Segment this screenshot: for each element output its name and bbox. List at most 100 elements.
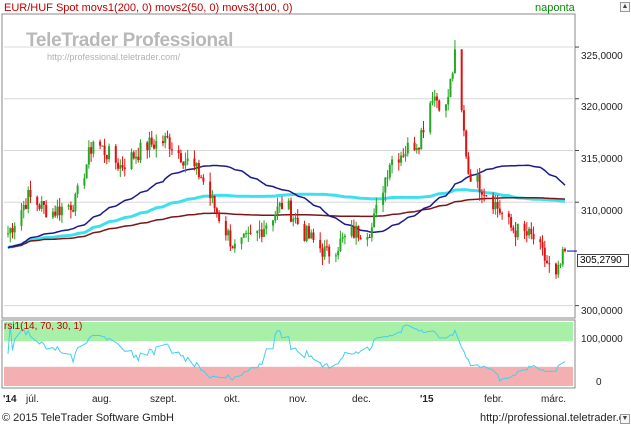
last-price-label: 305,2790 xyxy=(577,254,629,267)
candle-down xyxy=(525,231,528,236)
rsi-title: rsi1(14, 70, 30, 1) xyxy=(4,321,83,332)
arrow-up-icon: ▲ xyxy=(621,3,629,10)
candle-up xyxy=(310,232,313,239)
candle-up xyxy=(278,202,281,207)
candle-down xyxy=(546,260,549,264)
candle-up xyxy=(294,217,297,219)
candle-down xyxy=(114,146,117,163)
candle-down xyxy=(548,263,551,265)
candle-up xyxy=(476,174,479,182)
candle-up xyxy=(323,246,326,257)
candle-up xyxy=(186,158,189,162)
candle-down xyxy=(352,226,355,238)
candle-down xyxy=(321,248,324,257)
candle-up xyxy=(350,226,353,236)
candle-down xyxy=(152,144,155,149)
candle-down xyxy=(281,202,284,210)
footer-url-link[interactable]: http://professional.teletrader.com/ xyxy=(480,412,631,424)
candle-up xyxy=(40,201,43,209)
candle-up xyxy=(108,146,111,160)
candle-up xyxy=(265,225,268,229)
candle-up xyxy=(557,264,560,275)
scroll-up-button[interactable]: ▲ xyxy=(620,2,630,12)
candle-up xyxy=(339,238,342,251)
candle-down xyxy=(168,137,171,150)
x-label-aug: aug. xyxy=(92,394,112,405)
x-label-marc: márc. xyxy=(541,394,566,405)
candle-up xyxy=(60,206,63,216)
candle-down xyxy=(90,147,93,154)
watermark-url: http://professional.teletrader.com/ xyxy=(47,52,181,62)
candle-up xyxy=(155,141,158,149)
candle-down xyxy=(137,156,140,161)
candle-down xyxy=(224,220,227,236)
candle-down xyxy=(260,229,263,237)
candle-up xyxy=(384,177,387,193)
candle-up xyxy=(227,230,230,236)
candle-up xyxy=(119,165,122,169)
arrow-down-icon: ▼ xyxy=(621,415,629,422)
candle-down xyxy=(58,206,61,216)
candle-up xyxy=(406,142,409,154)
candle-down xyxy=(325,246,328,248)
candle-down xyxy=(150,137,153,145)
candle-down xyxy=(197,163,200,178)
candle-up xyxy=(164,135,167,144)
candle-up xyxy=(516,223,519,238)
candle-down xyxy=(193,158,196,167)
candle-down xyxy=(229,230,232,247)
candle-down xyxy=(465,130,468,157)
candle-down xyxy=(541,242,544,248)
x-label-okt: okt. xyxy=(224,394,241,405)
candle-up xyxy=(341,237,344,239)
candle-up xyxy=(453,49,456,74)
candle-down xyxy=(182,162,185,166)
candle-up xyxy=(373,213,376,228)
candle-down xyxy=(543,247,546,261)
candle-down xyxy=(469,173,472,182)
candle-down xyxy=(402,155,405,157)
candle-up xyxy=(9,228,12,234)
candle-up xyxy=(528,228,531,236)
candle-down xyxy=(166,135,169,138)
candle-down xyxy=(209,181,212,199)
candle-up xyxy=(27,189,30,209)
candle-down xyxy=(24,204,27,209)
candle-up xyxy=(449,78,452,98)
candle-down xyxy=(438,100,441,111)
candle-down xyxy=(523,223,526,232)
candle-down xyxy=(483,194,486,196)
candle-down xyxy=(512,227,515,231)
candle-up xyxy=(258,229,261,231)
candle-down xyxy=(161,141,164,144)
y-tick-325000: 325,0000 xyxy=(581,51,623,62)
candle-down xyxy=(307,226,310,239)
candle-down xyxy=(36,196,39,205)
scroll-down-button[interactable]: ▼ xyxy=(620,414,630,424)
candle-up xyxy=(85,164,88,179)
x-label-dec: dec. xyxy=(352,394,371,405)
candle-up xyxy=(101,145,104,147)
candle-down xyxy=(462,110,465,131)
candle-up xyxy=(13,225,16,233)
candle-up xyxy=(263,228,266,237)
candle-down xyxy=(132,152,135,159)
candle-down xyxy=(170,149,173,151)
candle-down xyxy=(213,195,216,209)
chart-canvas[interactable] xyxy=(0,0,631,427)
period-selector[interactable]: naponta xyxy=(535,2,575,14)
x-label-febr: febr. xyxy=(484,394,504,405)
candle-up xyxy=(431,100,434,104)
candle-up xyxy=(433,96,436,101)
candle-up xyxy=(139,142,142,161)
copyright-text: © 2015 TeleTrader Software GmbH xyxy=(2,412,174,424)
candle-down xyxy=(530,228,533,235)
candle-up xyxy=(355,225,358,238)
candle-up xyxy=(184,161,187,166)
candle-down xyxy=(319,239,322,249)
candle-up xyxy=(561,249,564,265)
candle-up xyxy=(415,147,418,151)
candle-up xyxy=(51,211,54,218)
candle-up xyxy=(135,156,138,159)
candle-up xyxy=(87,147,90,165)
